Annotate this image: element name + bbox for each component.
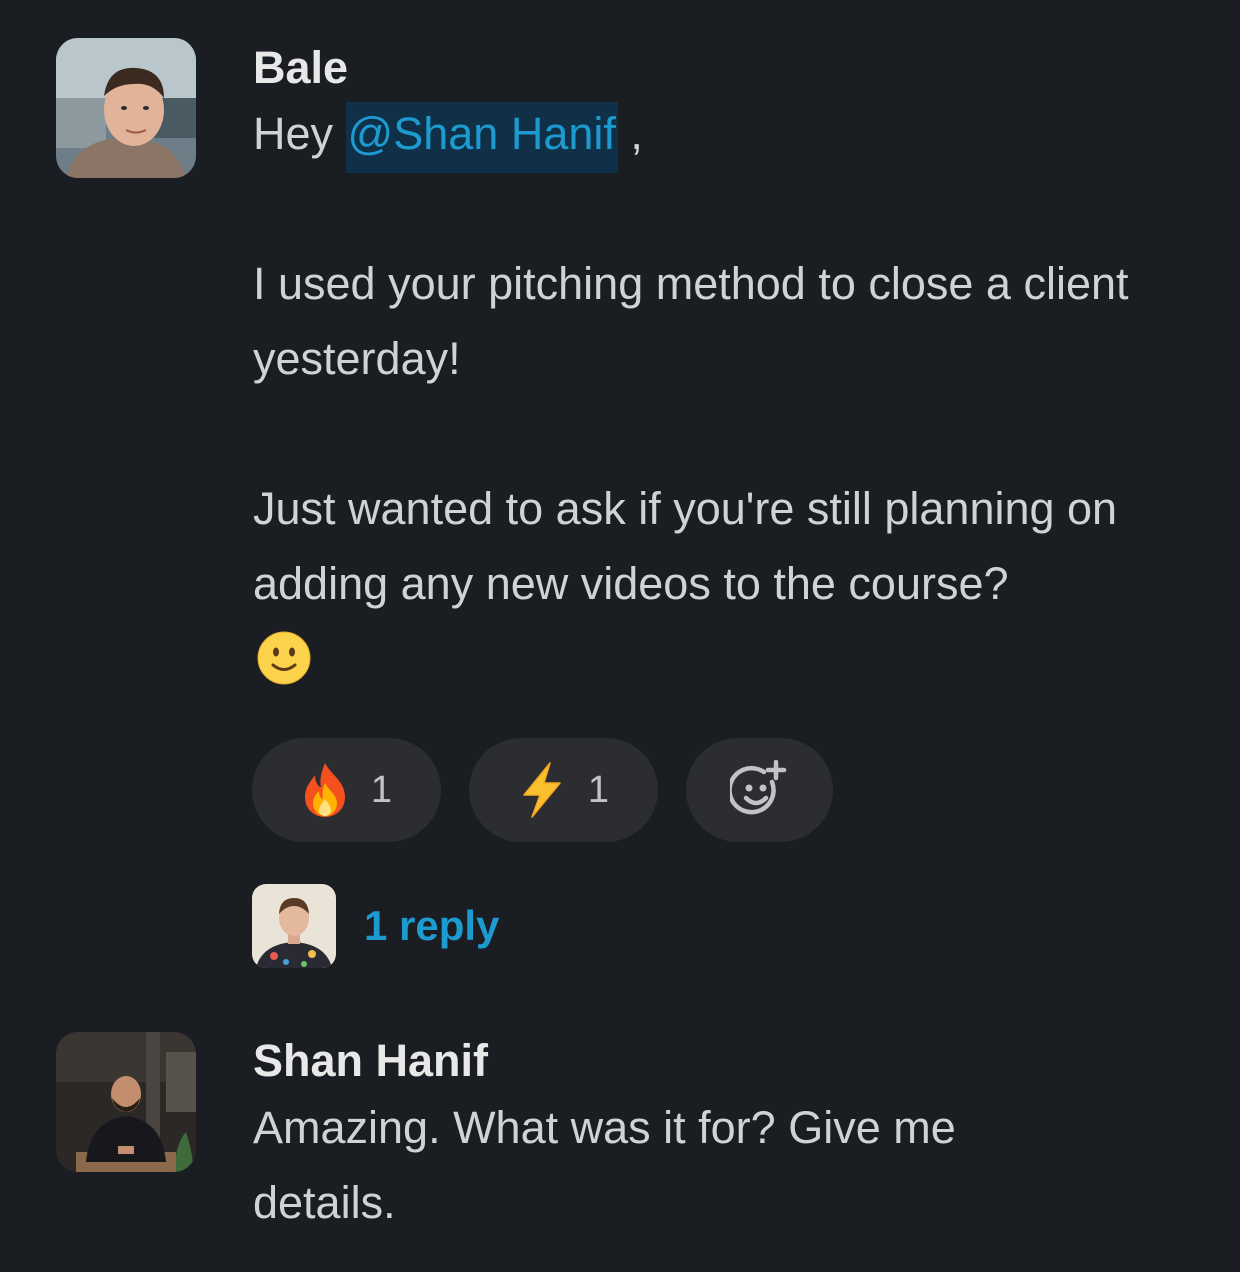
- message-author[interactable]: Bale: [253, 45, 348, 90]
- add-reaction-icon: [726, 759, 790, 820]
- message-author[interactable]: Shan Hanif: [253, 1038, 488, 1083]
- add-reaction-button[interactable]: [686, 738, 833, 842]
- zap-emoji-icon: [518, 761, 566, 819]
- fire-emoji-icon: [301, 761, 349, 819]
- thread-summary[interactable]: 1 reply: [252, 884, 499, 968]
- message-text: Amazing. What was it for? Give me detail…: [253, 1102, 956, 1228]
- message-shan-hanif: Shan Hanif Amazing. What was it for? Giv…: [0, 1000, 1240, 1272]
- reaction-fire[interactable]: 1: [252, 738, 441, 842]
- message-paragraph-2: Just wanted to ask if you're still plann…: [253, 483, 1118, 609]
- thread-reply-link[interactable]: 1 reply: [364, 902, 499, 950]
- reaction-count: 1: [587, 768, 610, 811]
- greeting-text: Hey: [253, 108, 334, 159]
- message-bale: Bale Hey @Shan Hanif , I used your pitch…: [0, 0, 1240, 1000]
- user-mention[interactable]: @Shan Hanif: [345, 102, 618, 173]
- greeting-suffix: ,: [617, 108, 643, 159]
- message-paragraph-1: I used your pitching method to close a c…: [253, 258, 1129, 384]
- reaction-count: 1: [370, 768, 393, 811]
- avatar-bale[interactable]: [56, 38, 196, 178]
- avatar-shan-hanif[interactable]: [56, 1032, 196, 1172]
- slightly-smiling-face-emoji: [256, 630, 312, 686]
- reactions-bar: 1 1: [252, 738, 833, 842]
- message-greeting-line: Hey @Shan Hanif ,: [253, 96, 1193, 173]
- thread-reply-avatar[interactable]: [252, 884, 336, 968]
- reaction-zap[interactable]: 1: [469, 738, 658, 842]
